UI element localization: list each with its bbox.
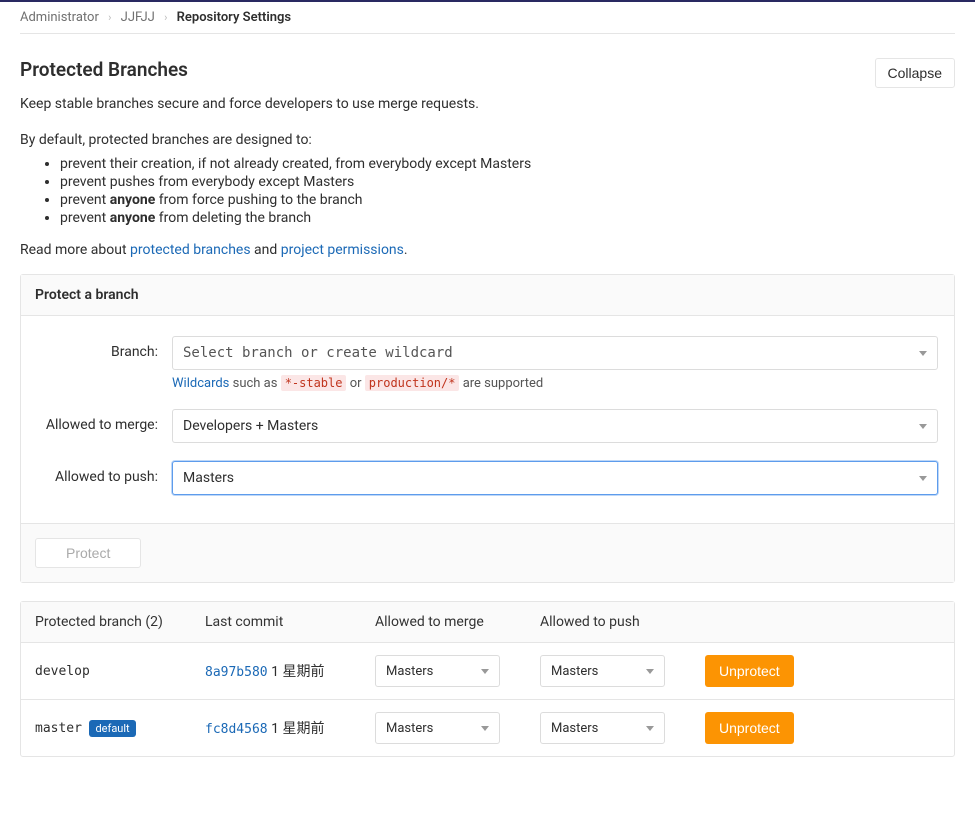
chevron-down-icon: [481, 726, 489, 731]
design-intro: By default, protected branches are desig…: [20, 132, 955, 148]
branch-name: master: [35, 721, 82, 736]
push-label: Allowed to push:: [37, 461, 172, 486]
collapse-button[interactable]: Collapse: [875, 58, 955, 88]
protect-button[interactable]: Protect: [35, 538, 141, 568]
protected-branches-link[interactable]: protected branches: [130, 242, 251, 258]
chevron-down-icon: [919, 424, 927, 429]
default-badge: default: [89, 720, 135, 737]
chevron-right-icon: ›: [164, 11, 167, 24]
project-permissions-link[interactable]: project permissions: [281, 242, 404, 258]
unprotect-button[interactable]: Unprotect: [705, 655, 794, 687]
allowed-merge-select[interactable]: Developers + Masters: [172, 409, 938, 443]
chevron-down-icon: [919, 476, 927, 481]
rule-item: prevent pushes from everybody except Mas…: [60, 174, 955, 190]
table-row: master default fc8d4568 1 星期前 Masters Ma…: [21, 700, 954, 756]
rule-item: prevent their creation, if not already c…: [60, 156, 955, 172]
row-push-select[interactable]: Masters: [540, 655, 665, 687]
chevron-down-icon: [646, 669, 654, 674]
commit-time: 1 星期前: [271, 721, 324, 737]
col-header-push: Allowed to push: [540, 614, 705, 630]
merge-select-value: Developers + Masters: [183, 418, 318, 434]
wildcards-link[interactable]: Wildcards: [172, 376, 229, 391]
table-row: develop 8a97b580 1 星期前 Masters Masters U…: [21, 643, 954, 700]
commit-hash-link[interactable]: fc8d4568: [205, 722, 268, 737]
section-lead: Keep stable branches secure and force de…: [20, 96, 955, 112]
rules-list: prevent their creation, if not already c…: [20, 156, 955, 226]
wildcard-example: production/*: [365, 375, 460, 391]
chevron-right-icon: ›: [108, 11, 111, 24]
rule-item: prevent anyone from deleting the branch: [60, 210, 955, 226]
col-header-merge: Allowed to merge: [375, 614, 540, 630]
breadcrumb-link[interactable]: Administrator: [20, 10, 99, 25]
protected-branches-table: Protected branch (2) Last commit Allowed…: [20, 601, 955, 757]
row-merge-select[interactable]: Masters: [375, 655, 500, 687]
branch-name: develop: [35, 664, 90, 679]
col-header-branch: Protected branch (2): [35, 614, 205, 630]
wildcard-example: *-stable: [281, 375, 347, 391]
branch-select[interactable]: Select branch or create wildcard: [172, 336, 938, 370]
breadcrumb-link[interactable]: JJFJJ: [121, 10, 155, 25]
merge-label: Allowed to merge:: [37, 409, 172, 434]
row-merge-select[interactable]: Masters: [375, 712, 500, 744]
wildcard-help: Wildcards such as *-stable or production…: [172, 376, 938, 391]
chevron-down-icon: [646, 726, 654, 731]
allowed-push-select[interactable]: Masters: [172, 461, 938, 495]
panel-title: Protect a branch: [21, 275, 954, 316]
chevron-down-icon: [481, 669, 489, 674]
push-select-value: Masters: [183, 470, 234, 486]
unprotect-button[interactable]: Unprotect: [705, 712, 794, 744]
protect-panel: Protect a branch Branch: Select branch o…: [20, 274, 955, 583]
page-title: Protected Branches: [20, 58, 188, 81]
col-header-commit: Last commit: [205, 614, 375, 630]
row-push-select[interactable]: Masters: [540, 712, 665, 744]
read-more: Read more about protected branches and p…: [20, 242, 955, 258]
rule-item: prevent anyone from force pushing to the…: [60, 192, 955, 208]
table-header-row: Protected branch (2) Last commit Allowed…: [21, 602, 954, 643]
breadcrumb-current: Repository Settings: [177, 10, 291, 25]
branch-select-value: Select branch or create wildcard: [183, 345, 453, 361]
commit-hash-link[interactable]: 8a97b580: [205, 665, 268, 680]
commit-time: 1 星期前: [271, 664, 324, 680]
branch-label: Branch:: [37, 336, 172, 361]
breadcrumb: Administrator › JJFJJ › Repository Setti…: [20, 2, 955, 34]
chevron-down-icon: [919, 351, 927, 356]
